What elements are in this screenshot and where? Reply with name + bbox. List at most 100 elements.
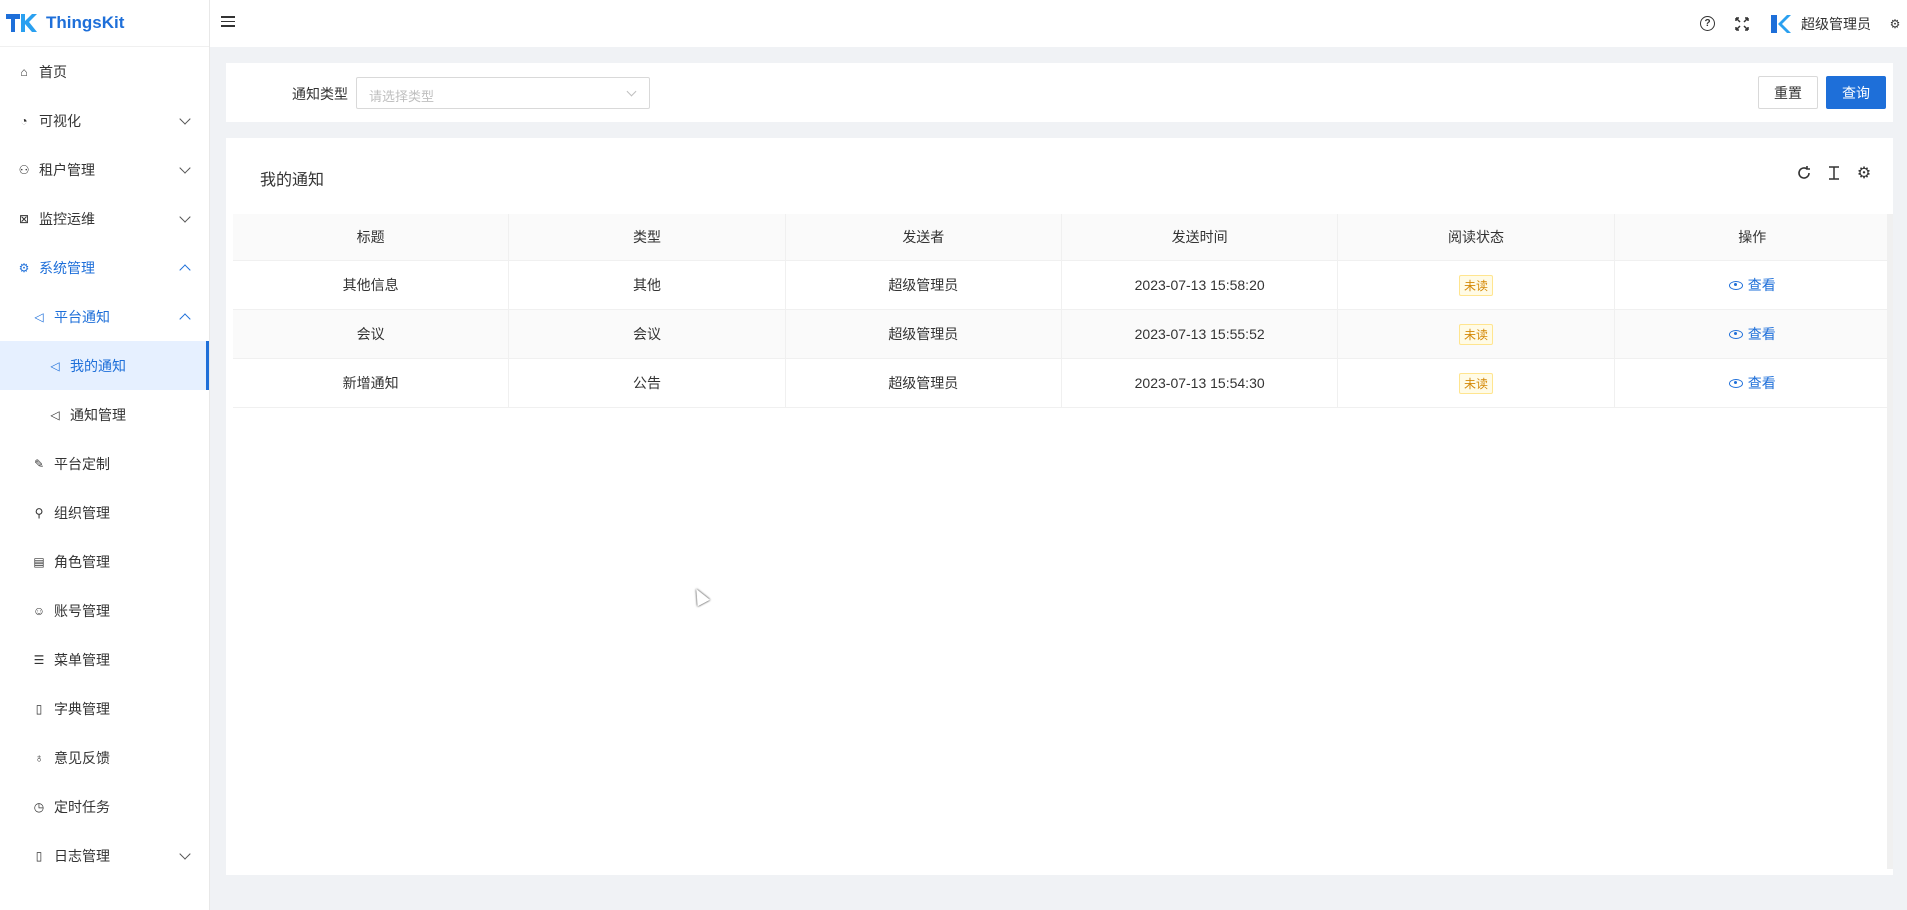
sidebar-item-label: 定时任务 bbox=[54, 798, 110, 815]
fullscreen-icon[interactable] bbox=[1734, 16, 1750, 32]
view-link-label: 查看 bbox=[1747, 375, 1776, 391]
users-icon: ⚇ bbox=[18, 162, 30, 177]
query-button[interactable]: 查询 bbox=[1826, 76, 1886, 109]
reset-button[interactable]: 重置 bbox=[1758, 76, 1818, 109]
notice-type-select[interactable]: 请选择类型 bbox=[356, 77, 650, 109]
sidebar: ThingsKit ⌂ 首页 ◔ 可视化 ⚇ 租户管理 ⊠ 监控运维 ⚙ 系统管理 ◁ 平台通知 ◁ 我的… bbox=[0, 0, 210, 910]
user-icon: ☺ bbox=[32, 603, 46, 618]
app-name: ThingsKit bbox=[46, 13, 125, 32]
sidebar-item-label: 监控运维 bbox=[39, 210, 95, 227]
home-icon: ⌂ bbox=[20, 64, 28, 79]
chevron-down-icon bbox=[626, 86, 637, 97]
cell-action: 查看 bbox=[1615, 261, 1891, 309]
sidebar-item-3[interactable]: ⊠ 监控运维 bbox=[0, 194, 209, 243]
status-badge: 未读 bbox=[1458, 323, 1493, 345]
sidebar-item-10[interactable]: ▤ 角色管理 bbox=[0, 537, 209, 586]
sidebar-item-label: 角色管理 bbox=[54, 553, 110, 570]
view-link-label: 查看 bbox=[1747, 326, 1776, 342]
cell-status: 未读 bbox=[1338, 310, 1615, 358]
cell-action: 查看 bbox=[1615, 359, 1891, 407]
sidebar-item-11[interactable]: ☺ 账号管理 bbox=[0, 586, 209, 635]
sidebar-item-12[interactable]: ☰ 菜单管理 bbox=[0, 635, 209, 684]
sidebar-item-13[interactable]: ▯ 字典管理 bbox=[0, 684, 209, 733]
table-body: 其他信息 其他 超级管理员 2023-07-13 15:58:20 未读 查看 会议 会议 超级… bbox=[233, 261, 1891, 408]
org-icon: ⚲ bbox=[34, 505, 44, 520]
sidebar-item-5[interactable]: ◁ 平台通知 bbox=[0, 292, 209, 341]
sidebar-item-1[interactable]: ◔ 可视化 bbox=[0, 96, 209, 145]
status-badge: 未读 bbox=[1458, 274, 1493, 296]
sidebar-item-label: 组织管理 bbox=[54, 504, 110, 521]
sidebar-item-label: 账号管理 bbox=[54, 602, 110, 619]
avatar[interactable] bbox=[1769, 13, 1791, 35]
chevron-up-icon bbox=[179, 263, 191, 276]
sidebar-item-label: 租户管理 bbox=[39, 161, 95, 178]
username[interactable]: 超级管理员 bbox=[1801, 14, 1871, 34]
bulb-icon: ♁ bbox=[34, 750, 44, 765]
refresh-icon[interactable] bbox=[1795, 164, 1813, 182]
cell-time: 2023-07-13 15:55:52 bbox=[1062, 310, 1339, 358]
sidebar-item-0[interactable]: ⌂ 首页 bbox=[0, 47, 209, 96]
sidebar-item-label: 日志管理 bbox=[54, 847, 110, 864]
status-badge: 未读 bbox=[1458, 372, 1493, 394]
sidebar-item-label: 菜单管理 bbox=[54, 651, 110, 668]
menu-fold-icon[interactable] bbox=[221, 16, 235, 28]
cell-title: 其他信息 bbox=[233, 261, 510, 309]
monitor-icon: ⊠ bbox=[18, 211, 30, 226]
column-height-icon[interactable] bbox=[1825, 164, 1843, 182]
sidebar-item-7[interactable]: ◁ 通知管理 bbox=[0, 390, 209, 439]
table-row: 新增通知 公告 超级管理员 2023-07-13 15:54:30 未读 查看 bbox=[233, 359, 1891, 408]
gear-icon: ⚙ bbox=[18, 260, 30, 275]
column-header: 类型 bbox=[509, 214, 786, 260]
column-header: 阅读状态 bbox=[1338, 214, 1615, 260]
view-link[interactable]: 查看 bbox=[1728, 373, 1776, 393]
eye-icon bbox=[1728, 378, 1743, 388]
cell-sender: 超级管理员 bbox=[786, 359, 1062, 407]
sidebar-item-label: 我的通知 bbox=[70, 357, 126, 374]
view-link[interactable]: 查看 bbox=[1728, 275, 1776, 295]
view-link-label: 查看 bbox=[1747, 277, 1776, 293]
sidebar-item-label: 可视化 bbox=[39, 112, 81, 129]
table-toolbar: ⚙ bbox=[1783, 164, 1873, 182]
file-icon: ▯ bbox=[35, 848, 43, 863]
column-header: 发送者 bbox=[786, 214, 1062, 260]
eye-icon bbox=[1728, 280, 1743, 290]
sidebar-item-14[interactable]: ♁ 意见反馈 bbox=[0, 733, 209, 782]
idcard-icon: ▤ bbox=[33, 554, 45, 569]
view-link[interactable]: 查看 bbox=[1728, 324, 1776, 344]
cell-status: 未读 bbox=[1338, 359, 1615, 407]
column-header: 操作 bbox=[1615, 214, 1891, 260]
sidebar-item-label: 首页 bbox=[39, 63, 67, 80]
settings-gear-icon[interactable]: ⚙ bbox=[1887, 16, 1903, 32]
cell-time: 2023-07-13 15:54:30 bbox=[1062, 359, 1339, 407]
table-header: 标题 类型 发送者 发送时间 阅读状态 操作 bbox=[233, 214, 1891, 261]
logo[interactable]: ThingsKit bbox=[0, 0, 209, 47]
eye-icon bbox=[1728, 329, 1743, 339]
cell-sender: 超级管理员 bbox=[786, 310, 1062, 358]
sidebar-item-16[interactable]: ▯ 日志管理 bbox=[0, 831, 209, 880]
edit-icon: ✎ bbox=[33, 456, 45, 471]
column-header: 标题 bbox=[233, 214, 510, 260]
sidebar-item-6[interactable]: ◁ 我的通知 bbox=[0, 341, 209, 390]
clock-icon: ◷ bbox=[33, 799, 45, 814]
search-form: 通知类型 请选择类型 重置 查询 bbox=[226, 63, 1893, 122]
select-placeholder: 请选择类型 bbox=[369, 89, 435, 104]
notice-type-label: 通知类型 bbox=[292, 86, 348, 102]
help-icon[interactable]: ? bbox=[1700, 16, 1715, 31]
sidebar-item-8[interactable]: ✎ 平台定制 bbox=[0, 439, 209, 488]
sidebar-item-label: 意见反馈 bbox=[54, 749, 110, 766]
cell-action: 查看 bbox=[1615, 310, 1891, 358]
cell-type: 会议 bbox=[509, 310, 786, 358]
cell-type: 其他 bbox=[509, 261, 786, 309]
sidebar-item-label: 平台定制 bbox=[54, 455, 110, 472]
sidebar-item-2[interactable]: ⚇ 租户管理 bbox=[0, 145, 209, 194]
sidebar-item-9[interactable]: ⚲ 组织管理 bbox=[0, 488, 209, 537]
sidebar-item-15[interactable]: ◷ 定时任务 bbox=[0, 782, 209, 831]
vertical-scrollbar[interactable] bbox=[1887, 214, 1893, 869]
column-settings-gear-icon[interactable]: ⚙ bbox=[1855, 164, 1873, 182]
top-header: ? 超级管理员 ⚙ bbox=[210, 0, 1907, 47]
megaphone-icon: ◁ bbox=[50, 358, 60, 373]
sidebar-item-4[interactable]: ⚙ 系统管理 bbox=[0, 243, 209, 292]
sidebar-item-label: 字典管理 bbox=[54, 700, 110, 717]
notice-table: 标题 类型 发送者 发送时间 阅读状态 操作 其他信息 其他 超级管理员 2023-07-13 … bbox=[233, 214, 1891, 408]
dashboard-icon: ◔ bbox=[20, 113, 28, 128]
